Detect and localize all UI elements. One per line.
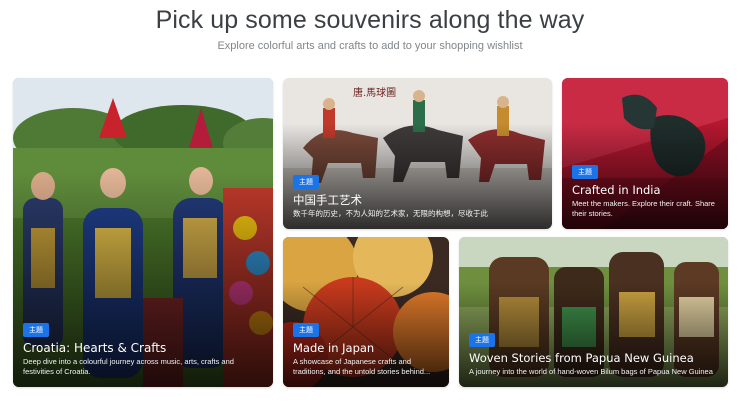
card-meta: 主題 Croatia: Hearts & Crafts Deep dive in… [23,319,265,377]
card-china-crafts[interactable]: 唐.馬球圖 主題 中国手工艺术 数千年的历史，不为人知的艺术家，无限的构想，尽收… [283,78,552,229]
card-croatia[interactable]: 主題 Croatia: Hearts & Crafts Deep dive in… [13,78,273,387]
card-meta: 主題 Crafted in India Meet the makers. Exp… [572,161,720,219]
page-subtitle: Explore colorful arts and crafts to add … [217,40,523,52]
card-description: Meet the makers. Explore their craft. Sh… [572,199,715,218]
topic-badge: 主題 [293,175,319,189]
page-title: Pick up some souvenirs along the way [155,6,585,34]
card-description: A journey into the world of hand-woven B… [469,367,713,376]
topic-badge: 主題 [572,165,598,179]
topic-badge: 主題 [23,323,49,337]
card-title[interactable]: Woven Stories from Papua New Guinea [469,351,720,365]
card-description: Deep dive into a colourful journey acros… [23,357,234,376]
card-title[interactable]: 中国手工艺术 [293,193,544,207]
image-caption-text: 唐.馬球圖 [353,86,396,99]
card-title[interactable]: Crafted in India [572,183,720,197]
card-papua-new-guinea[interactable]: 主題 Woven Stories from Papua New Guinea A… [459,237,728,387]
topic-badge: 主題 [469,333,495,347]
topic-badge: 主題 [293,323,319,337]
card-crafted-in-india[interactable]: 主題 Crafted in India Meet the makers. Exp… [562,78,728,229]
card-description: A showcase of Japanese crafts and tradit… [293,357,431,376]
card-title[interactable]: Croatia: Hearts & Crafts [23,341,265,355]
card-title[interactable]: Made in Japan [293,341,441,355]
card-made-in-japan[interactable]: 主題 Made in Japan A showcase of Japanese … [283,237,449,387]
card-description: 数千年的历史，不为人知的艺术家，无限的构想，尽收于此 [293,209,488,218]
card-meta: 主題 中国手工艺术 数千年的历史，不为人知的艺术家，无限的构想，尽收于此 [293,171,544,219]
card-meta: 主題 Woven Stories from Papua New Guinea A… [469,329,720,377]
card-meta: 主題 Made in Japan A showcase of Japanese … [293,319,441,377]
